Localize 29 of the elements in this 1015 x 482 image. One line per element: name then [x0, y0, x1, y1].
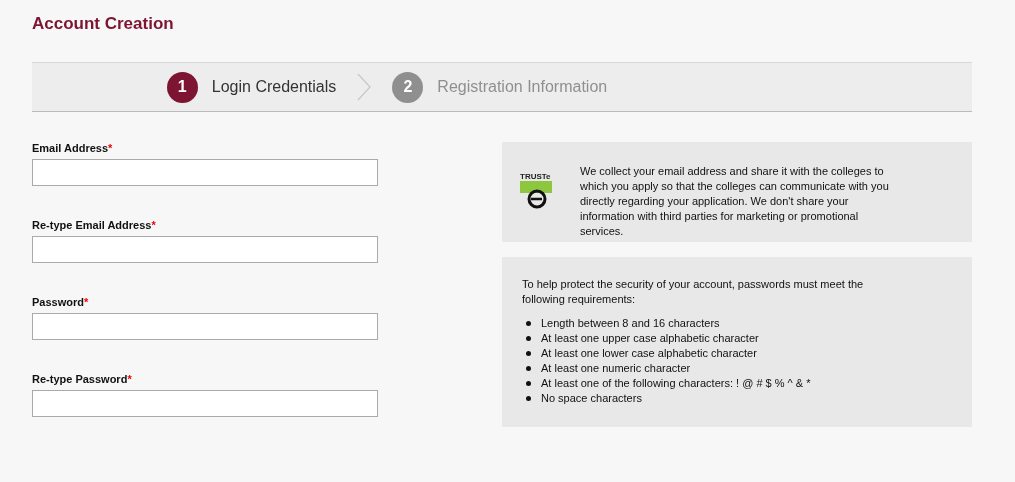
- field-label: Re-type Password*: [32, 373, 132, 387]
- requirement-text: No space characters: [541, 391, 642, 406]
- field-label: Re-type Email Address*: [32, 219, 156, 233]
- bullet-icon: [526, 321, 531, 326]
- step-number: 1: [166, 71, 198, 103]
- privacy-text: We collect your email address and share it with the colleges to which you apply so that the colleges can communicate with you directly regarding your application. We don't share your information with third parties for marketing or promotional services.: [580, 164, 890, 239]
- step-tab[interactable]: 1 Login Credentials: [166, 71, 337, 103]
- input-field[interactable]: [32, 313, 378, 340]
- bullet-icon: [526, 336, 531, 341]
- bullet-icon: [526, 366, 531, 371]
- bullet-icon: [526, 381, 531, 386]
- step-number: 2: [392, 71, 424, 103]
- input-field[interactable]: [32, 236, 378, 263]
- seal-text: TRUSTe: [520, 172, 552, 181]
- page-title: Account Creation: [32, 14, 174, 35]
- bullet-icon: [526, 351, 531, 356]
- input-field[interactable]: [32, 159, 378, 186]
- input-field[interactable]: [32, 390, 378, 417]
- requirement-text: At least one upper case alphabetic character: [541, 331, 759, 346]
- requirement-text: At least one numeric character: [541, 361, 691, 376]
- requirements-intro: To help protect the security of your account, passwords must meet the following requirements:: [522, 277, 865, 307]
- requirement-text: At least one of the following characters: ! @ # $ % ^ & *: [541, 376, 811, 391]
- field-label: Password*: [32, 296, 89, 310]
- requirement-text: Length between 8 and 16 characters: [541, 316, 720, 331]
- seal-icon: [520, 181, 552, 211]
- requirement-text: At least one lower case alphabetic character: [541, 346, 757, 361]
- field-label: Email Address*: [32, 142, 113, 156]
- chevron-icon: [356, 72, 373, 102]
- bullet-icon: [526, 396, 531, 401]
